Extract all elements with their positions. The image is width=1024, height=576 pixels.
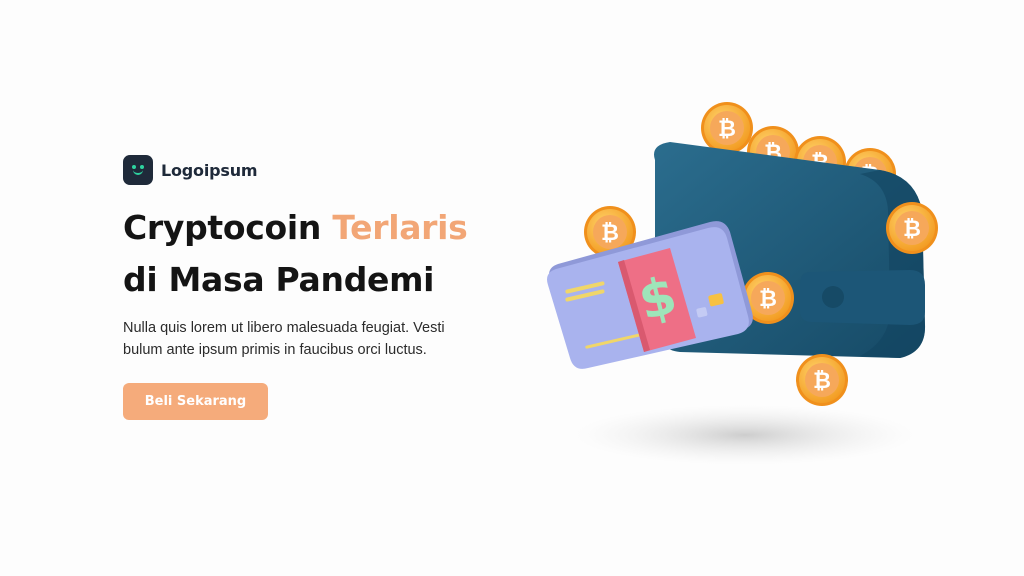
- hero-headline: Cryptocoin Terlaris di Masa Pandemi: [123, 202, 543, 306]
- smiley-face-icon: [123, 155, 153, 185]
- brand-name: Logoipsum: [161, 160, 258, 180]
- hero-description: Nulla quis lorem ut libero malesuada feu…: [123, 320, 445, 358]
- headline-line2: di Masa Pandemi: [123, 260, 435, 299]
- bitcoin-icon: [701, 102, 753, 154]
- buy-now-button[interactable]: Beli Sekarang: [123, 383, 268, 420]
- brand-logo[interactable]: Logoipsum: [123, 155, 258, 185]
- bitcoin-icon: [886, 202, 938, 254]
- headline-text: Cryptocoin: [123, 208, 333, 247]
- floor-shadow: [575, 405, 915, 465]
- hero-banner: Logoipsum Cryptocoin Terlaris di Masa Pa…: [0, 0, 1024, 576]
- bitcoin-icon: [796, 354, 848, 406]
- headline-accent: Terlaris: [332, 208, 468, 247]
- crypto-wallet-illustration: ₿: [547, 102, 938, 465]
